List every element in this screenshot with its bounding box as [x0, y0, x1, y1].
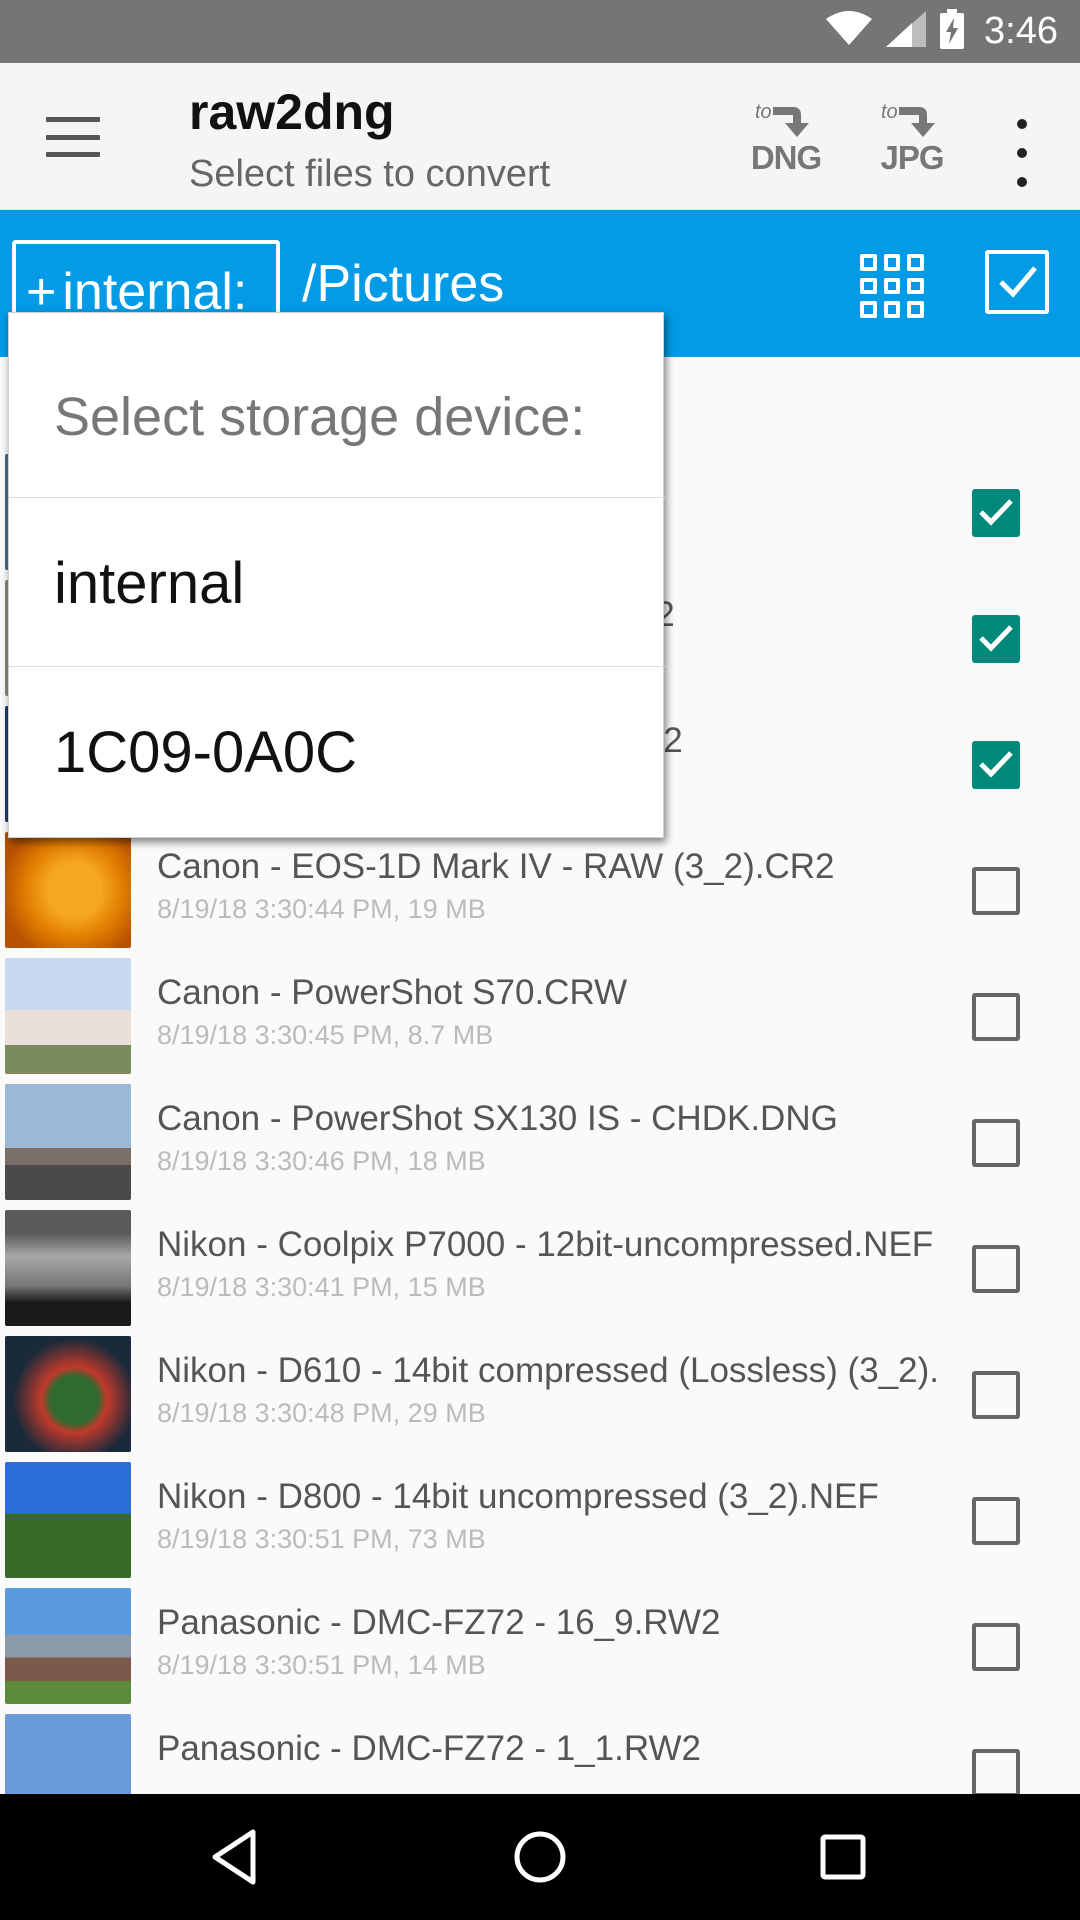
current-path[interactable]: /Pictures — [302, 254, 504, 314]
file-thumbnail — [5, 1084, 131, 1200]
file-meta: 8/19/18 3:30:48 PM, 29 MB — [157, 1398, 486, 1428]
file-row[interactable]: Panasonic - DMC-FZ72 - 1_1.RW2 — [0, 1709, 1080, 1794]
file-thumbnail — [5, 1714, 131, 1794]
dot — [1017, 148, 1027, 158]
status-bar: 3:46 — [0, 0, 1080, 63]
file-thumbnail — [5, 1588, 131, 1704]
file-name: Nikon - D610 - 14bit compressed (Lossles… — [157, 1351, 937, 1390]
file-thumbnail — [5, 1462, 131, 1578]
file-row[interactable]: Canon - PowerShot S70.CRW 8/19/18 3:30:4… — [0, 953, 1080, 1079]
home-icon[interactable] — [507, 1824, 573, 1890]
convert-to-jpg-icon — [899, 107, 935, 137]
file-checkbox[interactable] — [972, 1245, 1020, 1293]
file-name: Panasonic - DMC-FZ72 - 16_9.RW2 — [157, 1603, 721, 1642]
file-meta: 8/19/18 3:30:44 PM, 19 MB — [157, 894, 486, 924]
overflow-menu-button[interactable] — [1000, 113, 1044, 193]
app-subtitle: Select files to convert — [189, 153, 551, 195]
file-thumbnail — [5, 1210, 131, 1326]
storage-device-dropdown: Select storage device: internal 1C09-0A0… — [8, 312, 665, 838]
convert-to-dng-button[interactable]: to DNG — [741, 101, 831, 181]
file-row[interactable]: Panasonic - DMC-FZ72 - 16_9.RW2 8/19/18 … — [0, 1583, 1080, 1709]
file-name: Canon - PowerShot S70.CRW — [157, 973, 628, 1012]
file-meta: 8/19/18 3:30:51 PM, 73 MB — [157, 1524, 486, 1554]
status-icons: 3:46 — [826, 0, 1058, 63]
status-time: 3:46 — [984, 10, 1058, 52]
to-label: to — [755, 101, 772, 123]
file-name: Nikon - Coolpix P7000 - 12bit-uncompress… — [157, 1225, 934, 1264]
file-row[interactable]: Canon - EOS-1D Mark IV - RAW (3_2).CR2 8… — [0, 827, 1080, 953]
convert-to-jpg-button[interactable]: to JPG — [867, 101, 957, 181]
file-row[interactable]: Nikon - Coolpix P7000 - 12bit-uncompress… — [0, 1205, 1080, 1331]
file-checkbox[interactable] — [972, 1119, 1020, 1167]
file-name: Canon - PowerShot SX130 IS - CHDK.DNG — [157, 1099, 838, 1138]
dot — [1017, 119, 1027, 129]
file-name: Panasonic - DMC-FZ72 - 1_1.RW2 — [157, 1729, 701, 1768]
app-bar: raw2dng Select files to convert to DNG t… — [0, 63, 1080, 210]
file-checkbox[interactable] — [972, 993, 1020, 1041]
option-label: internal — [54, 551, 245, 616]
wifi-icon — [826, 11, 873, 52]
file-thumbnail — [5, 1336, 131, 1452]
battery-charging-icon — [940, 9, 965, 54]
dropdown-option-sdcard[interactable]: 1C09-0A0C — [9, 667, 665, 835]
file-row[interactable]: Nikon - D610 - 14bit compressed (Lossles… — [0, 1331, 1080, 1457]
file-name: Nikon - D800 - 14bit uncompressed (3_2).… — [157, 1477, 879, 1516]
file-checkbox[interactable] — [972, 1623, 1020, 1671]
file-checkbox[interactable] — [972, 1749, 1020, 1794]
convert-to-dng-icon — [773, 107, 809, 137]
file-meta: 8/19/18 3:30:51 PM, 14 MB — [157, 1650, 486, 1680]
to-label: to — [881, 101, 898, 123]
file-checkbox[interactable] — [972, 1371, 1020, 1419]
hamburger-line — [46, 152, 100, 157]
app-title: raw2dng — [189, 84, 395, 140]
file-meta: 8/19/18 3:30:41 PM, 15 MB — [157, 1272, 486, 1302]
file-checkbox[interactable] — [972, 1497, 1020, 1545]
file-checkbox[interactable] — [972, 615, 1020, 663]
menu-button[interactable] — [38, 109, 108, 165]
back-icon[interactable] — [203, 1824, 269, 1890]
file-meta: 8/19/18 3:30:45 PM, 8.7 MB — [157, 1020, 494, 1050]
dot — [1017, 177, 1027, 187]
navigation-bar — [0, 1794, 1080, 1920]
dng-label: DNG — [750, 139, 822, 176]
file-meta: 8/19/18 3:30:46 PM, 18 MB — [157, 1146, 486, 1176]
hamburger-line — [46, 117, 100, 122]
signal-icon — [886, 11, 927, 52]
dropdown-header: Select storage device: — [54, 387, 586, 447]
hamburger-line — [46, 134, 100, 140]
file-name: Canon - EOS-1D Mark IV - RAW (3_2).CR2 — [157, 847, 835, 886]
file-row[interactable]: Nikon - D800 - 14bit uncompressed (3_2).… — [0, 1457, 1080, 1583]
file-checkbox[interactable] — [972, 489, 1020, 537]
recents-icon[interactable] — [810, 1824, 876, 1890]
option-label: 1C09-0A0C — [54, 720, 358, 785]
file-thumbnail — [5, 832, 131, 948]
file-row[interactable]: Canon - PowerShot SX130 IS - CHDK.DNG 8/… — [0, 1079, 1080, 1205]
grid-view-icon[interactable] — [860, 254, 924, 318]
dropdown-option-internal[interactable]: internal — [9, 498, 665, 666]
jpg-label: JPG — [880, 139, 944, 176]
file-checkbox[interactable] — [972, 867, 1020, 915]
file-thumbnail — [5, 958, 131, 1074]
file-checkbox[interactable] — [972, 741, 1020, 789]
select-all-icon[interactable] — [985, 250, 1049, 314]
